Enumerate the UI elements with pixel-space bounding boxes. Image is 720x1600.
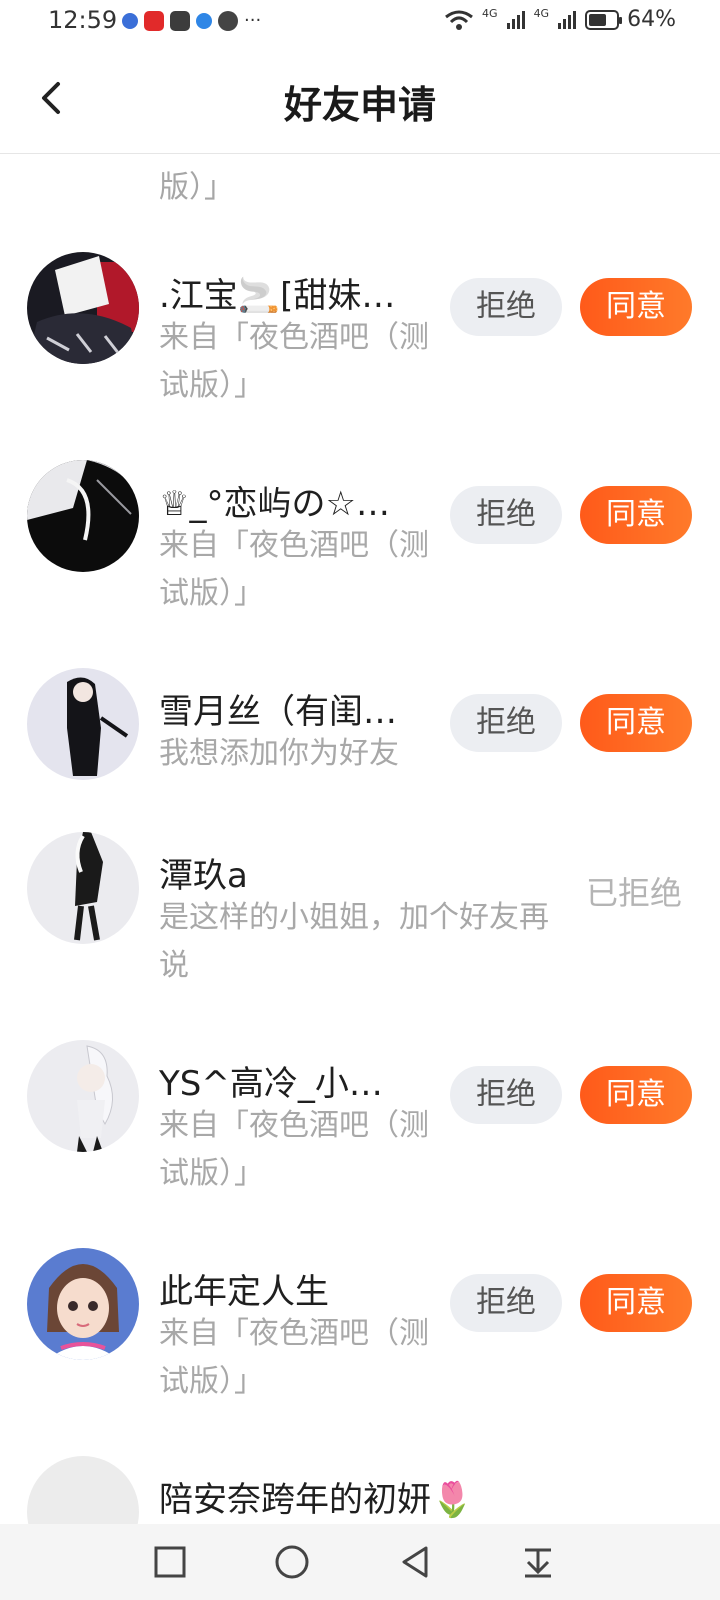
agree-button[interactable]: 同意	[580, 1066, 692, 1124]
wifi-icon	[445, 10, 473, 30]
header: 好友申请	[0, 46, 720, 154]
list-item[interactable]: 此年定人生 来自「夜色酒吧（测试版）」 拒绝 同意	[0, 1248, 720, 1458]
avatar[interactable]	[27, 832, 139, 944]
system-nav-bar	[0, 1524, 720, 1600]
list-item[interactable]: .江宝🚬[甜妹… 来自「夜色酒吧（测试版）」 拒绝 同意	[0, 252, 720, 462]
browser-app-icon	[196, 12, 212, 29]
rejected-status: 已拒绝	[586, 874, 683, 912]
list-item[interactable]: YS^高冷_小… 来自「夜色酒吧（测试版）」 拒绝 同意	[0, 1040, 720, 1250]
avatar[interactable]	[27, 1456, 139, 1524]
requester-name: .江宝🚬[甜妹…	[159, 276, 396, 316]
agree-button[interactable]: 同意	[580, 694, 692, 752]
requester-name: 此年定人生	[159, 1272, 329, 1312]
notification-icons: ···	[122, 10, 261, 31]
status-bar: 12:59 ··· 4G 4G 64%	[0, 0, 720, 46]
request-source: 来自「夜色酒吧（测试版）」	[159, 528, 429, 611]
avatar[interactable]	[27, 668, 139, 780]
list-item[interactable]: ♕_°恋屿の☆… 来自「夜色酒吧（测试版）」 拒绝 同意	[0, 460, 720, 670]
friend-request-list: 版）」 .江宝🚬[甜妹… 来自「夜色酒吧（测试版）」 拒绝 同意 ♕_°恋屿の☆…	[0, 154, 720, 1524]
download-icon	[525, 1548, 551, 1578]
signal-icon-2	[558, 10, 577, 29]
agree-button[interactable]: 同意	[580, 278, 692, 336]
recent-apps-button[interactable]	[146, 1538, 194, 1586]
request-source: 来自「夜色酒吧（测试版）」	[159, 1316, 429, 1399]
request-source: 来自「夜色酒吧（测试版）」	[159, 320, 429, 403]
home-button[interactable]	[268, 1538, 316, 1586]
requester-name: 雪月丝（有闺…	[159, 692, 397, 732]
agree-button[interactable]: 同意	[580, 1274, 692, 1332]
signal-icon	[506, 10, 525, 29]
request-message: 是这样的小姐姐，加个好友再说	[159, 900, 549, 983]
video-app-icon	[144, 10, 164, 31]
requester-name: 陪安奈跨年的初妍🌷	[159, 1480, 474, 1520]
avatar[interactable]	[27, 1248, 139, 1360]
reject-button[interactable]: 拒绝	[450, 486, 562, 544]
status-time: 12:59	[48, 6, 118, 34]
reject-button[interactable]: 拒绝	[450, 1274, 562, 1332]
notification-pulldown-button[interactable]	[514, 1538, 562, 1586]
network-type-a: 4G	[482, 7, 498, 20]
music-app-icon	[122, 12, 138, 29]
reject-button[interactable]: 拒绝	[450, 1066, 562, 1124]
request-source: 来自「夜色酒吧（测试版）」	[159, 1108, 429, 1191]
requester-name: YS^高冷_小…	[159, 1064, 383, 1104]
list-item[interactable]: 雪月丝（有闺… 我想添加你为好友 拒绝 同意	[0, 668, 720, 832]
battery-icon	[585, 9, 623, 30]
request-source: 版）」	[159, 170, 234, 205]
status-right: 4G 4G 64%	[444, 7, 676, 32]
wechat-icon	[218, 10, 238, 31]
circle-icon	[275, 1545, 309, 1579]
reject-button[interactable]: 拒绝	[450, 694, 562, 752]
battery-percent: 64%	[627, 7, 676, 32]
avatar[interactable]	[27, 460, 139, 572]
list-item[interactable]: 潭玖a 是这样的小姐姐，加个好友再说 已拒绝	[0, 832, 720, 1042]
agree-button[interactable]: 同意	[580, 486, 692, 544]
message-app-icon	[170, 10, 190, 31]
triangle-back-icon	[402, 1546, 428, 1578]
reject-button[interactable]: 拒绝	[450, 278, 562, 336]
list-item-partial-top: 版）」	[0, 154, 720, 214]
requester-name: ♕_°恋屿の☆…	[159, 484, 390, 524]
avatar[interactable]	[27, 1040, 139, 1152]
page-title: 好友申请	[283, 83, 436, 127]
list-item-partial-bottom[interactable]: 陪安奈跨年的初妍🌷	[0, 1456, 720, 1524]
requester-name: 潭玖a	[159, 856, 248, 896]
request-message: 我想添加你为好友	[159, 736, 399, 771]
square-icon	[154, 1546, 186, 1578]
back-nav-button[interactable]	[392, 1538, 440, 1586]
more-notifications: ···	[244, 10, 262, 31]
network-type-b: 4G	[533, 7, 550, 20]
avatar[interactable]	[27, 252, 139, 364]
